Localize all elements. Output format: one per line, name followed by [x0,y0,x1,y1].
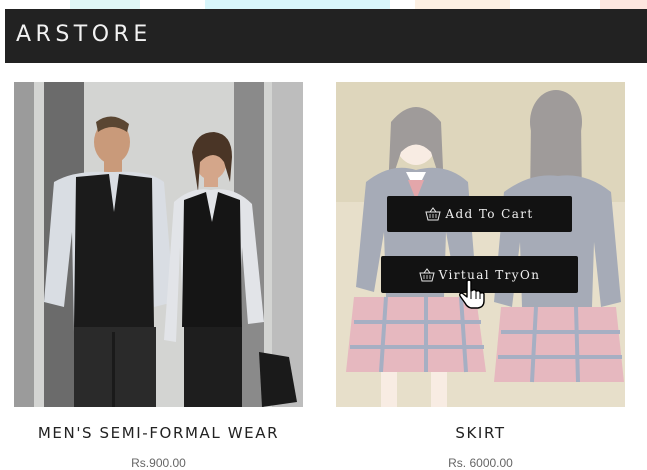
site-header: ARSTORE [5,9,647,63]
add-to-cart-label: Add To Cart [445,207,534,221]
basket-icon [425,207,442,221]
product-name[interactable]: MEN'S SEMI-FORMAL WEAR [14,424,303,442]
basket-icon [419,267,435,282]
product-photo [14,82,303,407]
hand-pointer-icon [458,279,486,309]
product-price: Rs. 6000.00 [448,456,513,470]
virtual-tryon-label: Virtual TryOn [438,267,541,282]
product-image-skirt[interactable] [336,82,625,407]
product-name[interactable]: SKIRT [336,424,625,442]
product-image-mens-semi-formal[interactable] [14,82,303,407]
top-decorative-strip [0,0,647,9]
product-price: Rs.900.00 [131,456,186,470]
brand-logo[interactable]: ARSTORE [16,22,152,47]
hover-overlay [336,82,625,407]
add-to-cart-button[interactable]: Add To Cart [387,196,572,232]
